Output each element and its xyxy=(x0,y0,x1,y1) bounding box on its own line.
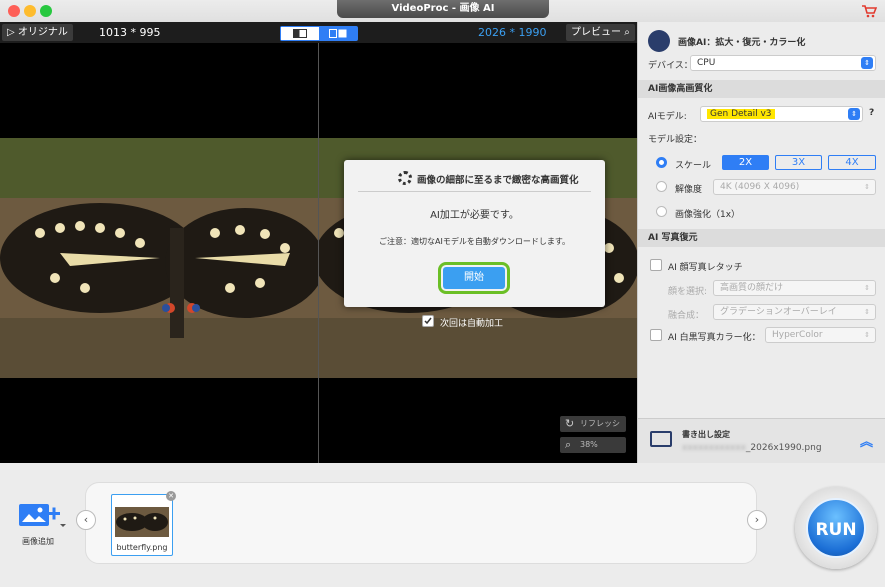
zoom-control[interactable]: ⌕ 38% xyxy=(560,437,626,453)
thumbnail-tray xyxy=(85,482,757,564)
enhance-label: 画像強化（1x） xyxy=(675,210,741,220)
expand-up-icon[interactable]: ︽ xyxy=(860,431,873,450)
play-icon: ▷ xyxy=(7,27,15,38)
start-button[interactable]: 開始 xyxy=(438,262,510,294)
auto-process-label: 次回は自動加工 xyxy=(440,319,504,329)
preview-label: プレビュー xyxy=(571,27,621,38)
add-image-button[interactable] xyxy=(18,500,68,535)
colorize-select[interactable]: HyperColor ⇕ xyxy=(765,327,876,343)
settings-panel: 画像AI：拡大・復元・カラー化 デバイス： CPU ⇕ AI画像高画質化 AIモ… xyxy=(637,22,885,463)
device-select[interactable]: CPU ⇕ xyxy=(690,55,876,71)
model-select[interactable]: Gen Detail v3 ⇕ xyxy=(700,106,863,122)
panel-title: 画像AI：拡大・復元・カラー化 xyxy=(678,38,806,48)
zoom-value: 38% xyxy=(580,440,598,449)
aperture-icon xyxy=(398,171,412,185)
blend-label: 融合成： xyxy=(668,311,705,321)
select-arrows-icon: ⇕ xyxy=(864,284,870,292)
scale-4x-button[interactable]: 4X xyxy=(828,155,876,170)
face-select-label: 顔を選択: xyxy=(668,287,708,297)
single-view-button[interactable] xyxy=(281,27,318,40)
view-mode-toggle xyxy=(280,26,358,41)
ai-logo-icon xyxy=(648,30,670,52)
minimize-window-button[interactable] xyxy=(24,5,36,17)
section-enhance: AI画像高画質化 xyxy=(638,80,885,98)
search-icon: ⌕ xyxy=(624,27,630,38)
resolution-label: 解像度 xyxy=(675,185,703,195)
export-file: _2026x1990.png xyxy=(745,443,822,453)
model-value: Gen Detail v3 xyxy=(707,109,775,119)
colorize-label: AI 白黒写真カラー化： xyxy=(668,333,761,343)
model-label: AIモデル: xyxy=(648,112,687,122)
enhance-radio[interactable] xyxy=(656,206,667,217)
scale-radio[interactable] xyxy=(656,157,667,168)
zoom-window-button[interactable] xyxy=(40,5,52,17)
scale-label: スケール xyxy=(675,161,712,171)
face-select[interactable]: 高画質の顔だけ ⇕ xyxy=(713,280,876,296)
next-button[interactable]: › xyxy=(747,510,767,530)
section-restore: AI 写真復元 xyxy=(638,229,885,247)
select-arrows-icon: ⇕ xyxy=(864,331,870,339)
export-icon xyxy=(650,431,672,447)
select-arrows-icon: ⇕ xyxy=(848,108,860,120)
thumbnail-image xyxy=(115,507,169,537)
refresh-icon: ↻ xyxy=(565,417,575,430)
scale-2x-button[interactable]: 2X xyxy=(722,155,769,170)
model-settings-label: モデル設定： xyxy=(648,135,703,145)
single-view-icon xyxy=(293,29,307,38)
original-label: オリジナル xyxy=(17,27,68,38)
ai-processing-dialog: 画像の細部に至るまで緻密な高画質化 AI加工が必要です。 ご注意：適切なAIモデ… xyxy=(344,160,605,307)
face-retouch-checkbox[interactable] xyxy=(650,259,662,271)
original-image xyxy=(0,138,318,378)
add-image-label: 画像追加 xyxy=(22,537,54,546)
remove-thumbnail-icon[interactable]: ✕ xyxy=(166,491,176,501)
help-icon[interactable]: ? xyxy=(869,108,874,118)
add-image-icon xyxy=(19,504,66,527)
resolution-value: 4K (4096 X 4096) xyxy=(720,182,800,192)
resolution-radio[interactable] xyxy=(656,181,667,192)
thumbnail-name: butterfly.png xyxy=(116,543,168,552)
device-label: デバイス： xyxy=(648,61,693,71)
dialog-note: ご注意：適切なAIモデルを自動ダウンロードします。 xyxy=(378,237,571,246)
zoom-icon: ⌕ xyxy=(565,438,572,451)
face-retouch-label: AI 顔写真レタッチ xyxy=(668,263,743,273)
select-arrows-icon: ⇕ xyxy=(864,308,870,316)
original-toggle[interactable]: ▷ オリジナル xyxy=(2,24,73,41)
resolution-select[interactable]: 4K (4096 X 4096) ⇕ xyxy=(713,179,876,195)
run-button[interactable]: RUN xyxy=(806,498,866,558)
device-value: CPU xyxy=(697,58,716,68)
split-view-button[interactable] xyxy=(319,27,357,40)
output-resolution: 2026 * 1990 xyxy=(478,26,547,39)
select-arrows-icon: ⇕ xyxy=(861,57,873,69)
export-settings[interactable]: 書き出し設定 xxxxxxxxxxxx_2026x1990.png ︽ xyxy=(638,418,885,463)
export-label: 書き出し設定 xyxy=(682,430,730,439)
face-select-value: 高画質の顔だけ xyxy=(720,283,784,293)
select-arrows-icon: ⇕ xyxy=(864,183,870,191)
colorize-value: HyperColor xyxy=(772,330,823,340)
refresh-button[interactable]: ↻ リフレッシュ xyxy=(560,416,626,444)
split-divider[interactable] xyxy=(318,43,319,463)
window-title: VideoProc - 画像 AI xyxy=(337,0,549,18)
dialog-divider xyxy=(358,191,591,192)
blend-select[interactable]: グラデーションオーバーレイ ⇕ xyxy=(713,304,876,320)
scale-3x-button[interactable]: 3X xyxy=(775,155,822,170)
prev-button[interactable]: ‹ xyxy=(76,510,96,530)
export-blurred-path: xxxxxxxxxxxx xyxy=(682,443,746,453)
colorize-checkbox[interactable] xyxy=(650,329,662,341)
split-view-icon xyxy=(329,29,347,38)
blend-value: グラデーションオーバーレイ xyxy=(720,307,837,317)
original-resolution: 1013 * 995 xyxy=(99,26,161,39)
close-window-button[interactable] xyxy=(8,5,20,17)
thumbnail-item[interactable]: butterfly.png xyxy=(111,494,173,556)
run-button-ring: RUN xyxy=(795,487,877,569)
dialog-heading: AI加工が必要です。 xyxy=(430,210,519,221)
auto-process-checkbox[interactable] xyxy=(422,315,434,327)
preview-button[interactable]: プレビュー ⌕ xyxy=(566,24,635,41)
export-filename: xxxxxxxxxxxx_2026x1990.png xyxy=(682,443,822,453)
cart-icon[interactable] xyxy=(861,4,878,21)
dialog-title: 画像の細部に至るまで緻密な高画質化 xyxy=(417,175,579,186)
